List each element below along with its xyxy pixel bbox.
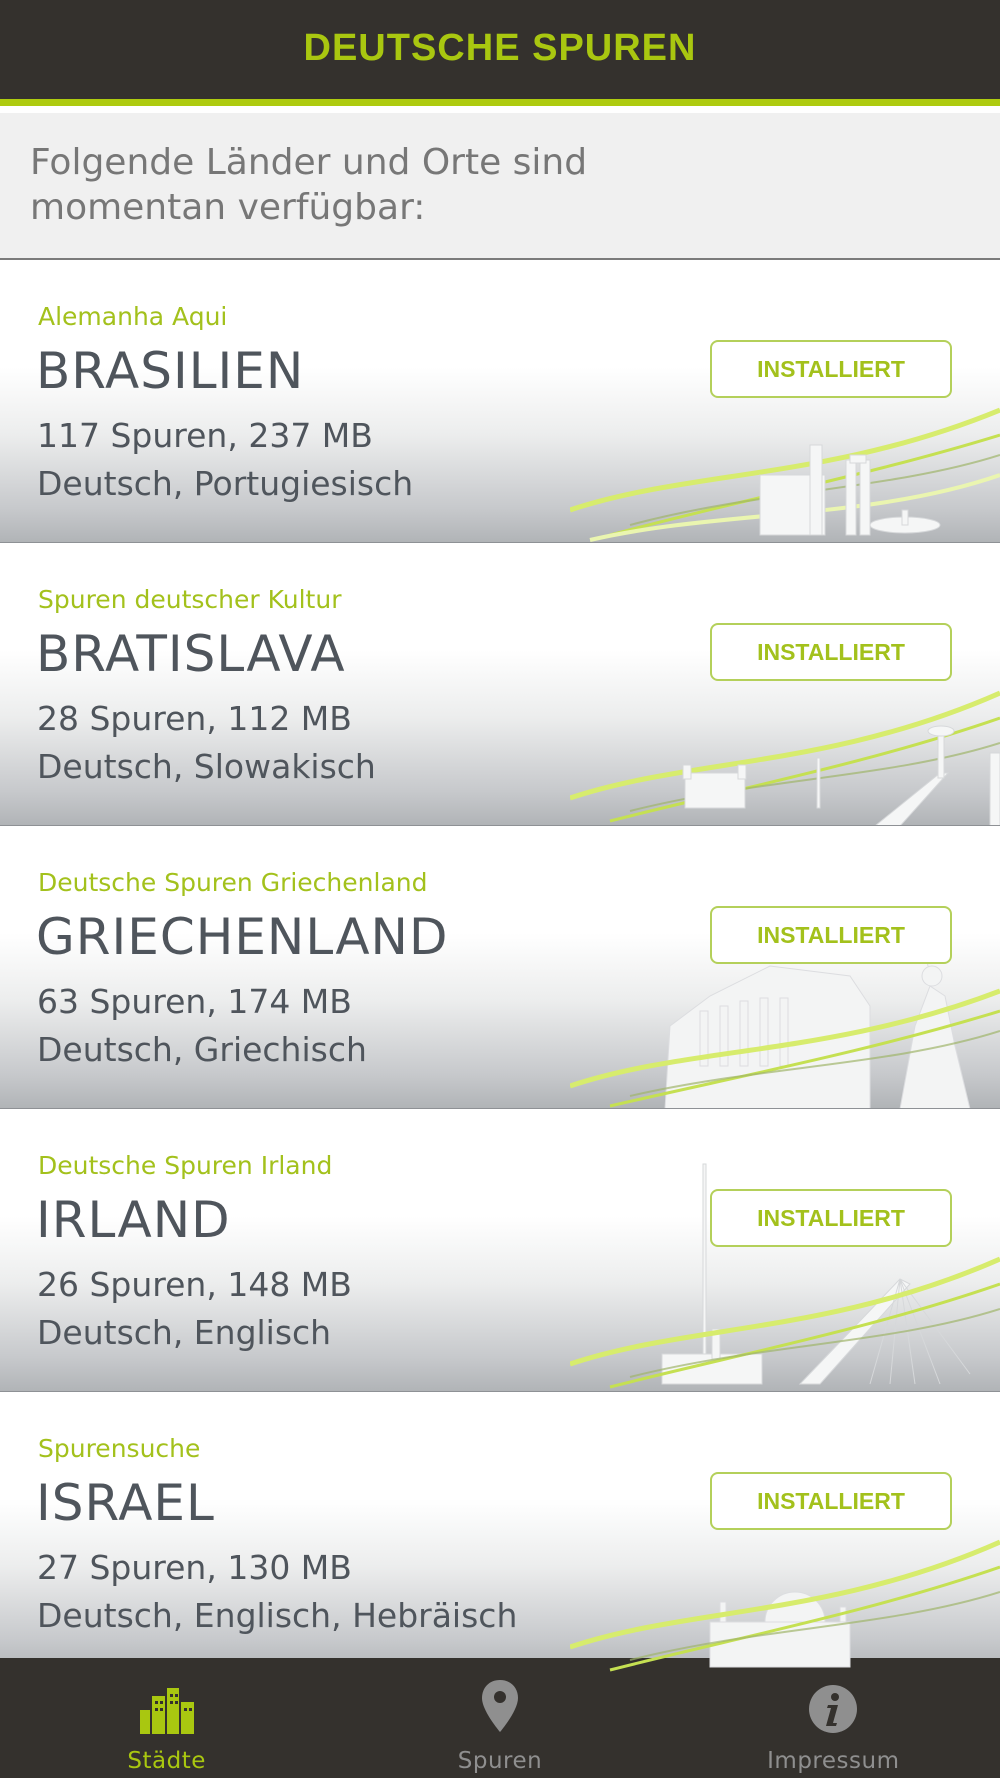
card-title: BRATISLAVA bbox=[36, 625, 346, 683]
country-card-bratislava[interactable]: Spuren deutscher Kultur BRATISLAVA 28 Sp… bbox=[0, 543, 1000, 826]
card-languages: Deutsch, Slowakisch bbox=[37, 747, 376, 786]
intro-section: Folgende Länder und Orte sind momentan v… bbox=[0, 113, 1000, 260]
card-track-count: 27 Spuren, 130 MB bbox=[37, 1548, 352, 1587]
card-subtitle: Deutsche Spuren Irland bbox=[38, 1151, 333, 1180]
card-details: 26 Spuren, 148 MB Deutsch, Englisch bbox=[37, 1261, 352, 1357]
card-track-count: 28 Spuren, 112 MB bbox=[37, 699, 352, 738]
intro-text: Folgende Länder und Orte sind momentan v… bbox=[30, 142, 588, 228]
jerusalem-skyline-icon bbox=[570, 1539, 1000, 1672]
app-header: DEUTSCHE SPUREN bbox=[0, 0, 1000, 106]
card-details: 117 Spuren, 237 MB Deutsch, Portugiesisc… bbox=[37, 412, 413, 508]
tab-spuren[interactable]: Spuren bbox=[333, 1658, 666, 1778]
card-details: 27 Spuren, 130 MB Deutsch, Englisch, Heb… bbox=[37, 1544, 517, 1640]
card-languages: Deutsch, Griechisch bbox=[37, 1030, 367, 1069]
brasilia-skyline-icon bbox=[570, 407, 1000, 542]
install-button[interactable]: INSTALLIERT bbox=[710, 623, 952, 681]
card-title: IRLAND bbox=[36, 1191, 231, 1249]
country-list: Alemanha Aqui BRASILIEN 117 Spuren, 237 … bbox=[0, 260, 1000, 1675]
info-icon bbox=[808, 1678, 858, 1734]
card-details: 63 Spuren, 174 MB Deutsch, Griechisch bbox=[37, 978, 367, 1074]
card-languages: Deutsch, Englisch, Hebräisch bbox=[37, 1596, 518, 1635]
dublin-skyline-icon bbox=[570, 1163, 1000, 1389]
country-card-israel[interactable]: Spurensuche ISRAEL 27 Spuren, 130 MB Deu… bbox=[0, 1392, 1000, 1675]
card-subtitle: Alemanha Aqui bbox=[38, 302, 228, 331]
card-subtitle: Spurensuche bbox=[38, 1434, 201, 1463]
map-pin-icon bbox=[480, 1678, 520, 1734]
tab-label: Spuren bbox=[457, 1748, 543, 1774]
card-subtitle: Deutsche Spuren Griechenland bbox=[38, 868, 428, 897]
card-track-count: 117 Spuren, 237 MB bbox=[37, 416, 373, 455]
card-track-count: 26 Spuren, 148 MB bbox=[37, 1265, 352, 1304]
tab-label: Städte bbox=[127, 1748, 206, 1774]
card-title: GRIECHENLAND bbox=[36, 908, 449, 966]
country-card-irland[interactable]: Deutsche Spuren Irland IRLAND 26 Spuren,… bbox=[0, 1109, 1000, 1392]
install-button[interactable]: INSTALLIERT bbox=[710, 1189, 952, 1247]
app-title: DEUTSCHE SPUREN bbox=[303, 27, 697, 69]
card-languages: Deutsch, Portugiesisch bbox=[37, 464, 414, 503]
card-details: 28 Spuren, 112 MB Deutsch, Slowakisch bbox=[37, 695, 376, 791]
card-track-count: 63 Spuren, 174 MB bbox=[37, 982, 352, 1021]
card-title: ISRAEL bbox=[36, 1474, 215, 1532]
city-icon bbox=[138, 1678, 196, 1734]
country-card-griechenland[interactable]: Deutsche Spuren Griechenland GRIECHENLAN… bbox=[0, 826, 1000, 1109]
country-card-brasilien[interactable]: Alemanha Aqui BRASILIEN 117 Spuren, 237 … bbox=[0, 260, 1000, 543]
install-button[interactable]: INSTALLIERT bbox=[710, 906, 952, 964]
card-title: BRASILIEN bbox=[36, 342, 305, 400]
install-button[interactable]: INSTALLIERT bbox=[710, 340, 952, 398]
tab-staedte[interactable]: Städte bbox=[0, 1658, 333, 1778]
card-subtitle: Spuren deutscher Kultur bbox=[38, 585, 342, 614]
tab-label: Impressum bbox=[767, 1748, 900, 1774]
tab-impressum[interactable]: Impressum bbox=[667, 1658, 1000, 1778]
bratislava-skyline-icon bbox=[570, 690, 1000, 825]
install-button[interactable]: INSTALLIERT bbox=[710, 1472, 952, 1530]
acropolis-skyline-icon bbox=[570, 935, 1000, 1108]
tab-bar: Städte Spuren Impressum bbox=[0, 1658, 1000, 1778]
card-languages: Deutsch, Englisch bbox=[37, 1313, 332, 1352]
